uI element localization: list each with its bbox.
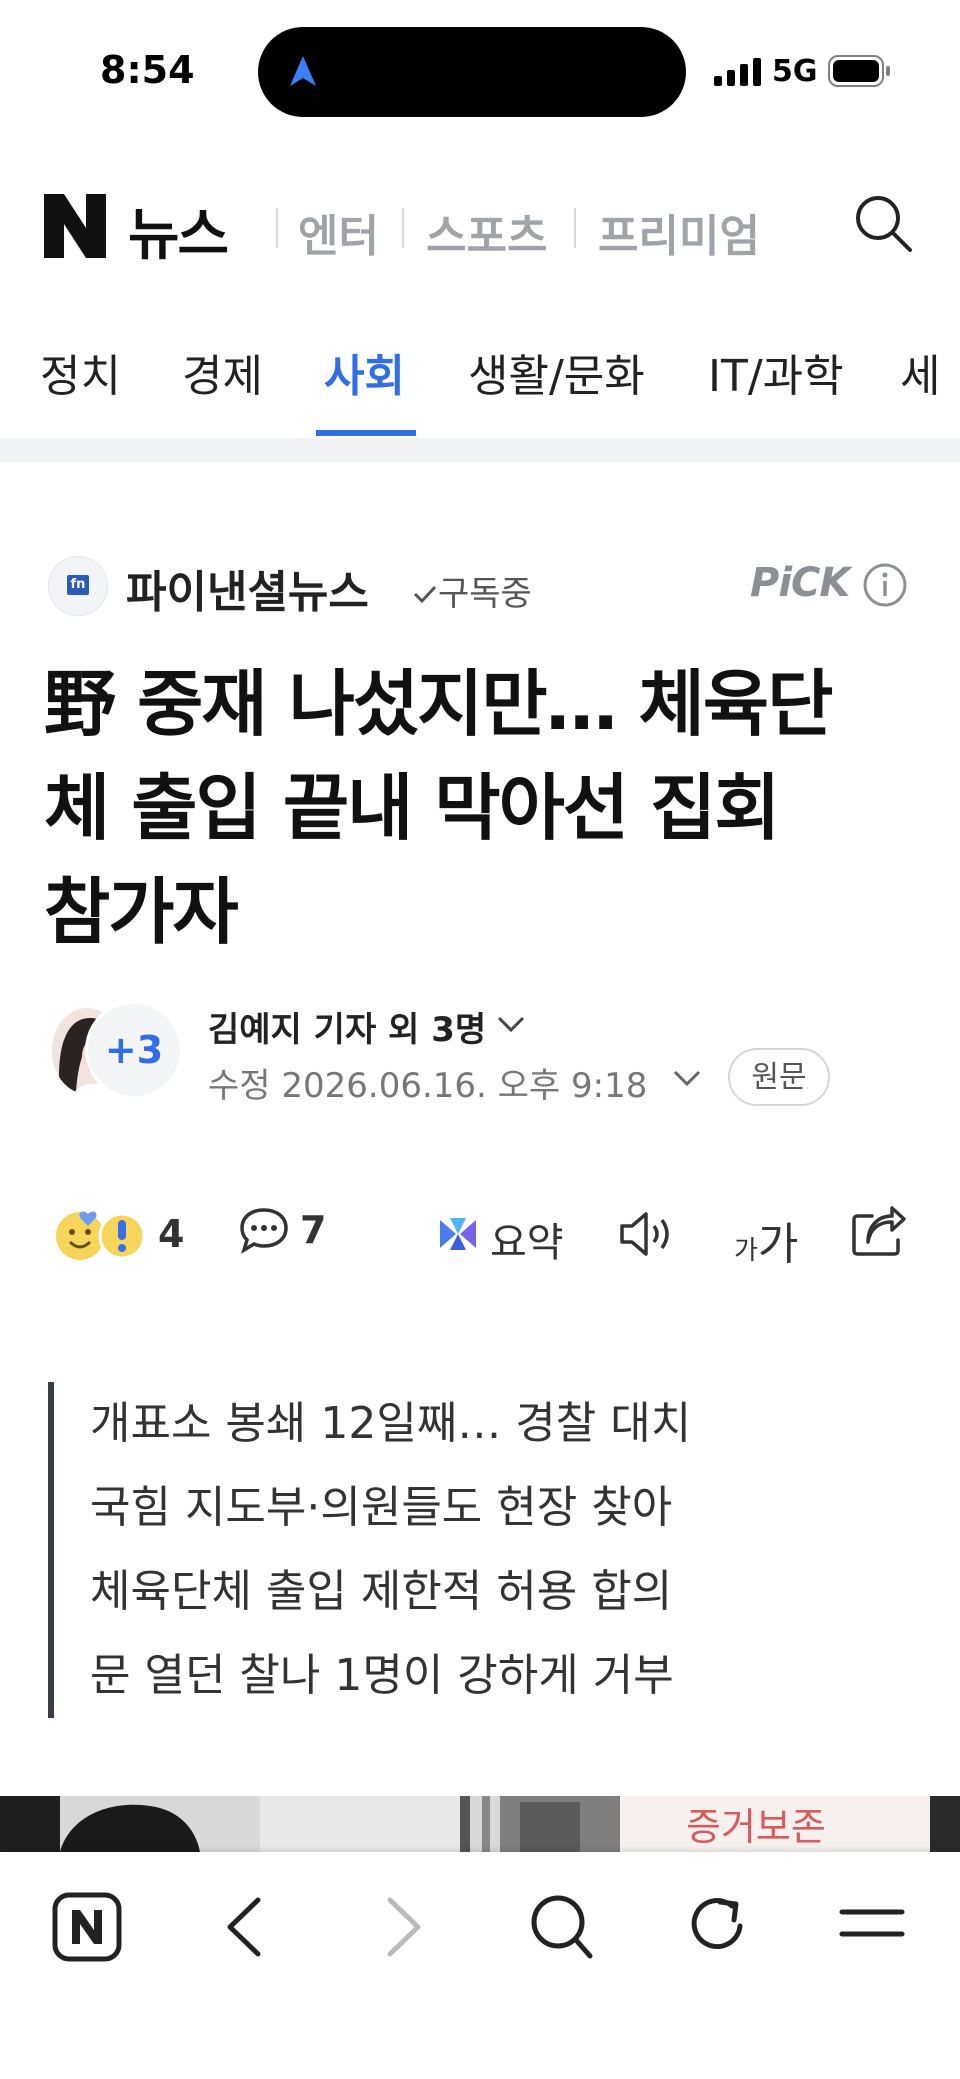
forward-icon[interactable]	[382, 1896, 426, 1958]
summary-line: 국힘 지도부·의원들도 현장 찾아	[90, 1482, 673, 1533]
font-size-big-label: 가	[757, 1219, 799, 1270]
browser-toolbar	[0, 1852, 960, 2079]
article-photo-image: 증거보존	[0, 1796, 960, 1852]
headline-line: 참가자	[44, 870, 239, 954]
header-separator	[402, 208, 404, 248]
article-headline: 野 중재 나섰지만… 체육단 체 출입 끝내 막아선 집회 참가자	[44, 652, 924, 964]
article-photo[interactable]: 증거보존	[0, 1796, 960, 1852]
press-logo[interactable]: fn	[48, 556, 108, 616]
original-article-button[interactable]: 원문	[728, 1048, 830, 1106]
back-icon[interactable]	[222, 1896, 266, 1958]
menu-icon[interactable]	[838, 1904, 906, 1944]
network-type: 5G	[772, 54, 818, 89]
tab-it-science[interactable]: IT/과학	[708, 340, 844, 404]
cellular-signal-icon	[714, 58, 761, 86]
additional-reporters-badge[interactable]: +3	[88, 1004, 180, 1096]
status-bar: 8:54 5G	[0, 0, 960, 140]
subscribe-status-button[interactable]: 구독중	[412, 566, 532, 615]
info-icon[interactable]	[862, 562, 908, 608]
tab-life-culture[interactable]: 생활/문화	[468, 340, 645, 404]
tab-politics[interactable]: 정치	[40, 340, 121, 404]
pick-badge: PiCK	[750, 560, 850, 606]
summary-line: 문 열던 찰나 1명이 강하게 거부	[90, 1650, 674, 1701]
font-size-small-label: 가	[734, 1236, 758, 1266]
summary-line: 체육단체 출입 제한적 허용 합의	[90, 1566, 673, 1617]
location-arrow-icon	[290, 56, 316, 86]
section-divider	[0, 438, 960, 462]
speaker-icon[interactable]	[618, 1210, 676, 1258]
font-size-button[interactable]: 가가	[734, 1208, 798, 1272]
dynamic-island	[258, 27, 686, 117]
battery-icon	[828, 55, 890, 87]
tab-economy[interactable]: 경제	[182, 340, 263, 404]
check-icon	[413, 585, 437, 604]
header-link-sports[interactable]: 스포츠	[426, 200, 547, 264]
search-icon[interactable]	[852, 192, 914, 254]
summary-label[interactable]: 요약	[490, 1210, 564, 1268]
naver-n-logo-icon[interactable]	[44, 194, 106, 258]
search-icon[interactable]	[528, 1892, 594, 1962]
status-time: 8:54	[100, 48, 195, 92]
category-tabs: 정치 경제 사회 생활/문화 IT/과학 세	[0, 320, 960, 440]
header-separator	[574, 208, 576, 248]
article-summary: 개표소 봉쇄 12일째… 경찰 대치 국힘 지도부·의원들도 현장 찾아 체육단…	[48, 1382, 950, 1718]
comment-icon[interactable]	[238, 1206, 290, 1256]
photo-caption-fragment: 증거보존	[686, 1805, 826, 1849]
press-logo-mark: fn	[67, 575, 89, 595]
tab-world[interactable]: 세	[900, 340, 940, 404]
summary-line: 개표소 봉쇄 12일째… 경찰 대치	[90, 1398, 692, 1449]
news-header: 뉴스 엔터 스포츠 프리미엄	[0, 170, 960, 280]
reaction-count: 4	[158, 1212, 185, 1256]
chevron-down-icon[interactable]	[496, 1014, 526, 1034]
news-logo-text[interactable]: 뉴스	[128, 190, 229, 271]
naver-home-icon[interactable]	[52, 1892, 122, 1962]
ai-summary-icon[interactable]	[436, 1214, 480, 1254]
headline-line: 체 출입 끝내 막아선 집회	[44, 766, 781, 850]
subscribe-status-label: 구독중	[438, 574, 532, 614]
press-name[interactable]: 파이낸셜뉴스	[126, 556, 369, 620]
reporter-name[interactable]: 김예지 기자 외 3명	[208, 1002, 486, 1051]
chevron-down-icon[interactable]	[672, 1068, 702, 1088]
comment-count[interactable]: 7	[300, 1208, 326, 1252]
reaction-emoji-icon[interactable]	[52, 1206, 148, 1262]
active-tab-indicator	[316, 430, 416, 436]
modified-timestamp: 수정 2026.06.16. 오후 9:18	[208, 1066, 648, 1106]
headline-line: 野 중재 나섰지만… 체육단	[44, 662, 833, 746]
header-link-premium[interactable]: 프리미엄	[598, 200, 760, 264]
reload-icon[interactable]	[686, 1892, 750, 1958]
header-link-entertainment[interactable]: 엔터	[298, 200, 379, 264]
share-icon[interactable]	[850, 1206, 908, 1258]
tab-society[interactable]: 사회	[324, 340, 405, 404]
header-separator	[276, 208, 278, 248]
